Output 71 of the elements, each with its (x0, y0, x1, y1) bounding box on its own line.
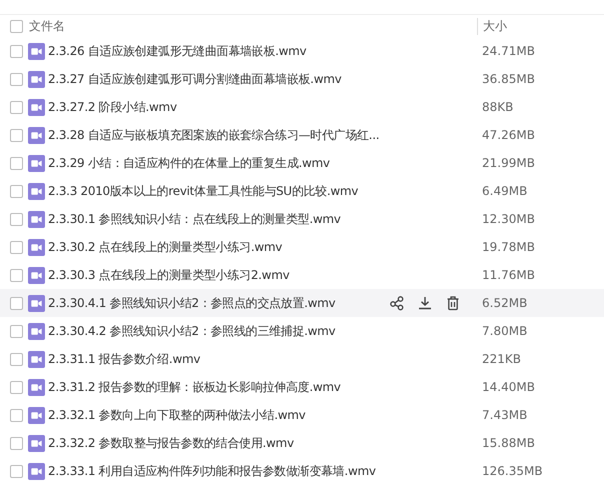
row-checkbox[interactable] (10, 212, 23, 226)
file-name[interactable]: 2.3.30.4.1 参照线知识小结2：参照点的交点放置.wmv (48, 294, 389, 312)
row-checkbox[interactable] (10, 156, 23, 170)
row-checkbox[interactable] (10, 184, 23, 198)
video-file-icon (28, 378, 45, 396)
file-name[interactable]: 2.3.27.2 阶段小结.wmv (48, 98, 478, 116)
row-checkbox[interactable] (10, 240, 23, 254)
file-size: 14.40MB (481, 380, 536, 394)
file-size: 6.49MB (481, 184, 528, 198)
row-checkbox[interactable] (10, 72, 23, 86)
file-size: 7.43MB (481, 408, 528, 422)
size-column-header[interactable]: 大小 (477, 18, 604, 34)
video-file-icon (28, 70, 45, 88)
file-name[interactable]: 2.3.32.1 参数向上向下取整的两种做法小结.wmv (48, 406, 478, 424)
file-size: 36.85MB (481, 72, 536, 86)
row-checkbox[interactable] (10, 352, 23, 366)
row-checkbox[interactable] (10, 100, 23, 114)
video-file-icon (28, 98, 45, 116)
video-file-icon (28, 294, 45, 312)
video-file-icon (28, 126, 45, 144)
file-name[interactable]: 2.3.31.1 报告参数介绍.wmv (48, 350, 478, 368)
file-size: 47.26MB (481, 128, 536, 142)
file-name[interactable]: 2.3.27 自适应族创建弧形可调分割缝曲面幕墙嵌板.wmv (48, 70, 478, 88)
file-size: 221KB (481, 352, 522, 366)
video-file-icon (28, 154, 45, 172)
file-name[interactable]: 2.3.30.2 点在线段上的测量类型小练习.wmv (48, 238, 478, 256)
file-name[interactable]: 2.3.30.3 点在线段上的测量类型小练习2.wmv (48, 266, 478, 284)
file-size: 7.80MB (481, 324, 528, 338)
file-size: 11.76MB (481, 268, 536, 282)
download-icon[interactable] (417, 295, 433, 311)
row-checkbox[interactable] (10, 380, 23, 394)
file-size: 24.71MB (481, 44, 536, 58)
file-size: 15.88MB (481, 436, 536, 450)
row-checkbox[interactable] (10, 268, 23, 282)
file-size: 21.99MB (481, 156, 536, 170)
file-size: 126.35MB (481, 464, 544, 478)
file-size: 12.30MB (481, 212, 536, 226)
file-size: 6.52MB (481, 296, 528, 310)
file-name[interactable]: 2.3.28 自适应与嵌板填充图案族的嵌套综合练习—时代广场红... (48, 126, 478, 144)
name-column-header[interactable]: 文件名 (29, 18, 477, 34)
video-file-icon (28, 322, 45, 340)
row-checkbox[interactable] (10, 44, 23, 58)
file-name[interactable]: 2.3.30.4.2 参照线知识小结2：参照线的三维捕捉.wmv (48, 322, 478, 340)
trash-icon[interactable] (445, 295, 461, 311)
row-checkbox[interactable] (10, 128, 23, 142)
file-size: 19.78MB (481, 240, 536, 254)
video-file-icon (28, 42, 45, 60)
row-checkbox[interactable] (10, 296, 23, 310)
file-name[interactable]: 2.3.26 自适应族创建弧形无缝曲面幕墙嵌板.wmv (48, 42, 478, 60)
row-checkbox[interactable] (10, 408, 23, 422)
file-name[interactable]: 2.3.3 2010版本以上的revit体量工具性能与SU的比较.wmv (48, 182, 478, 200)
video-file-icon (28, 182, 45, 200)
file-name[interactable]: 2.3.30.1 参照线知识小结：点在线段上的测量类型.wmv (48, 210, 478, 228)
video-file-icon (28, 210, 45, 228)
row-checkbox[interactable] (10, 464, 23, 478)
file-row[interactable]: 2.3.30.4.1 参照线知识小结2：参照点的交点放置.wmv 6.52MB (0, 289, 604, 317)
file-name[interactable]: 2.3.29 小结：自适应构件的在体量上的重复生成.wmv (48, 154, 478, 172)
row-checkbox[interactable] (10, 324, 23, 338)
share-icon[interactable] (389, 295, 405, 311)
file-size: 88KB (481, 100, 514, 114)
video-file-icon (28, 406, 45, 424)
video-file-icon (28, 462, 45, 480)
video-file-icon (28, 350, 45, 368)
file-name[interactable]: 2.3.33.1 利用自适应构件阵列功能和报告参数做渐变幕墙.wmv (48, 462, 478, 480)
file-name[interactable]: 2.3.31.2 报告参数的理解：嵌板边长影响拉伸高度.wmv (48, 378, 478, 396)
select-all-checkbox[interactable] (10, 20, 23, 32)
video-file-icon (28, 266, 45, 284)
video-file-icon (28, 434, 45, 452)
video-file-icon (28, 238, 45, 256)
file-name[interactable]: 2.3.32.2 参数取整与报告参数的结合使用.wmv (48, 434, 478, 452)
row-checkbox[interactable] (10, 436, 23, 450)
